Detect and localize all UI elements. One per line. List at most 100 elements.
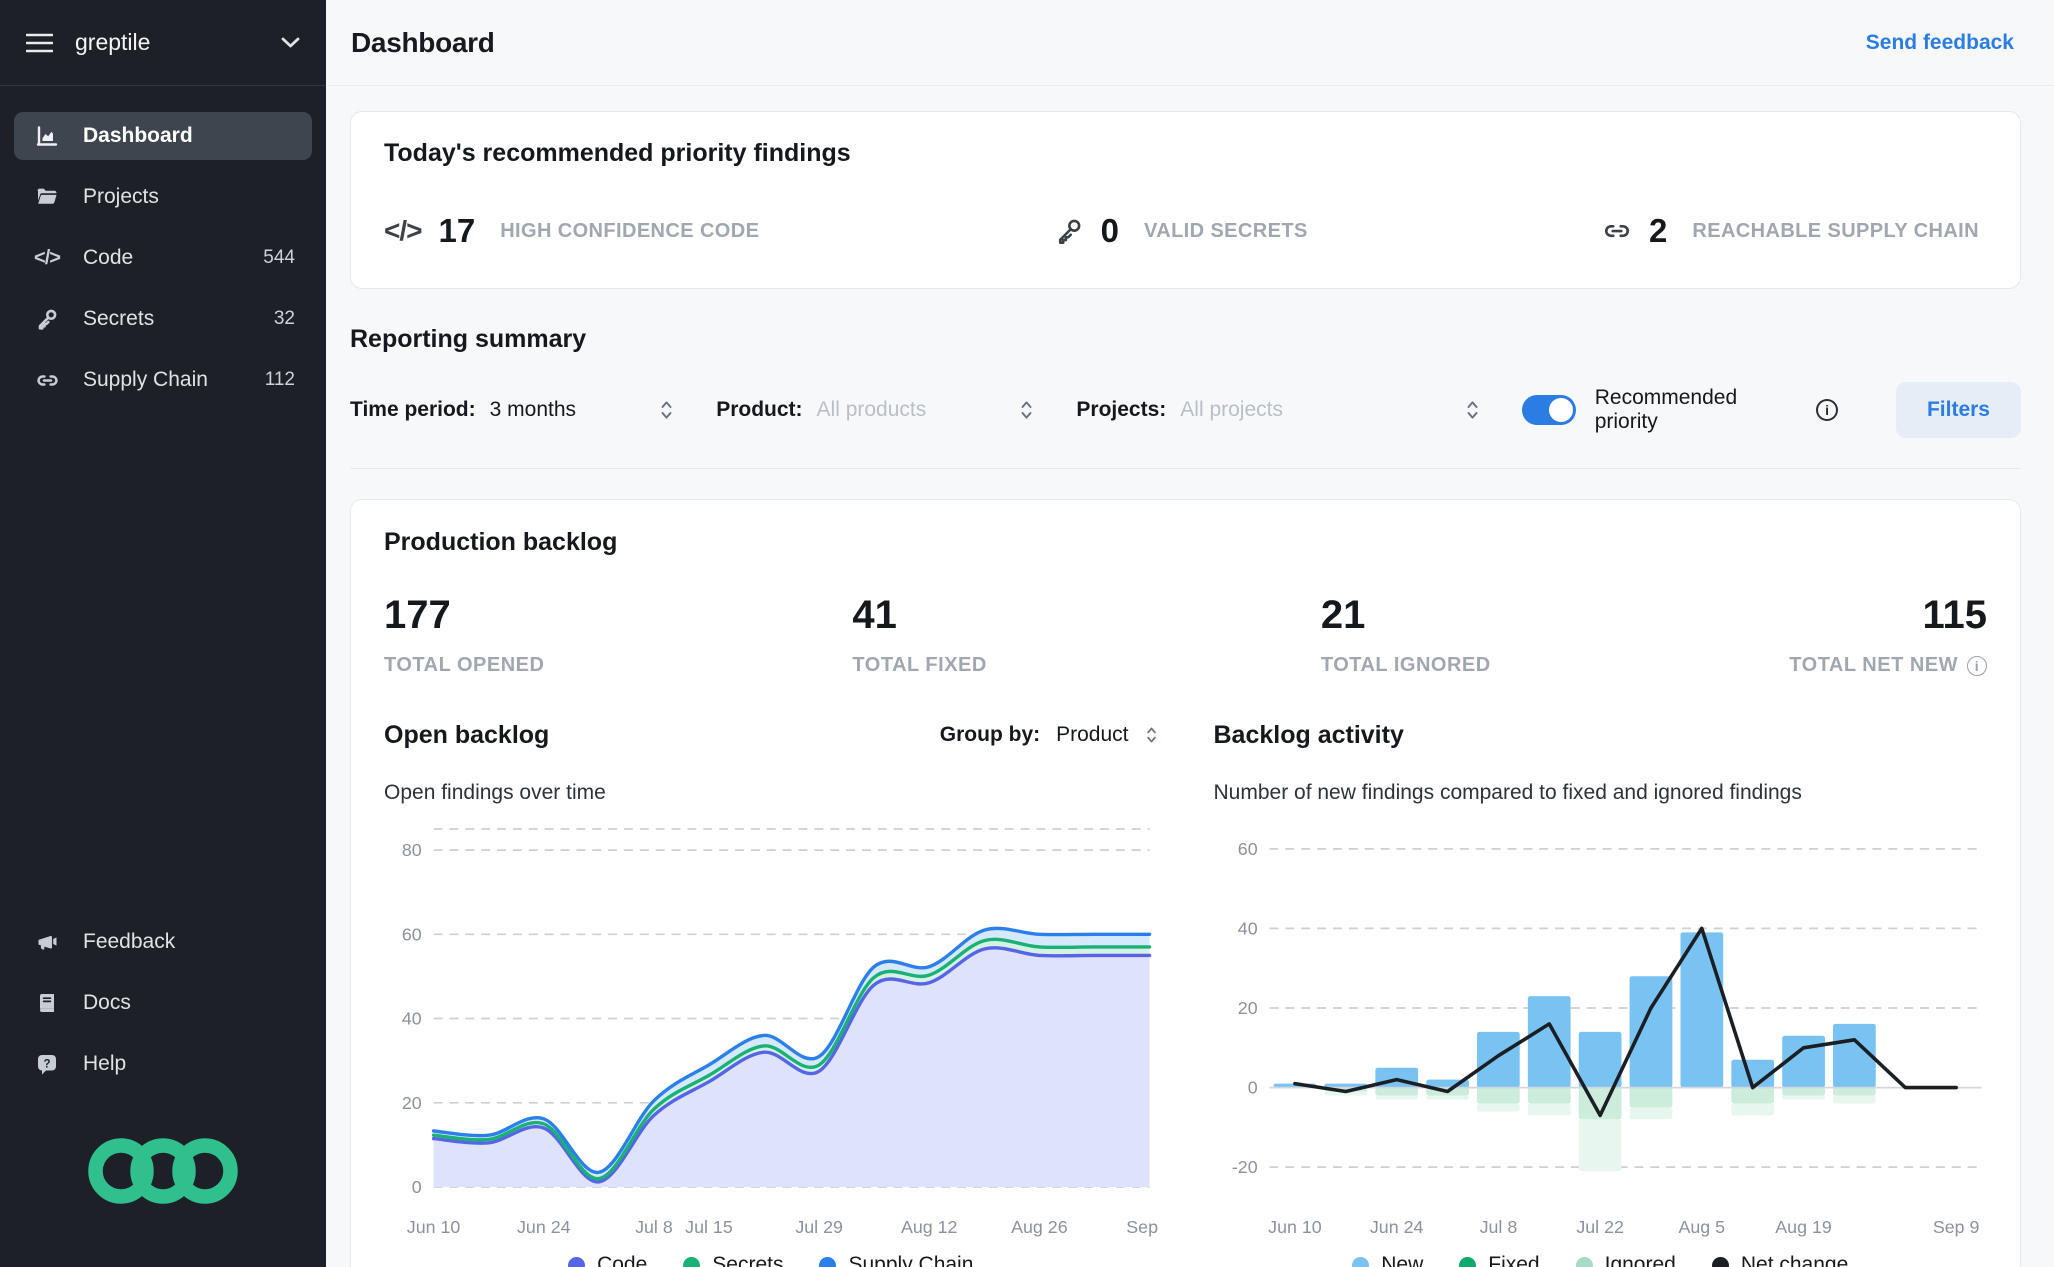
stat-total-net-new: 115 TOTAL NET NEW i	[1789, 593, 1987, 677]
sidebar-item-code[interactable]: </> Code 544	[14, 234, 312, 282]
code-count-badge: 544	[263, 247, 295, 268]
key-icon	[31, 307, 63, 331]
svg-text:20: 20	[402, 1093, 422, 1113]
sidebar-item-label: Docs	[83, 991, 131, 1014]
org-switcher[interactable]: greptile	[0, 0, 326, 86]
backlog-activity-title: Backlog activity	[1213, 720, 1404, 749]
legend-dot	[1352, 1256, 1370, 1267]
recommended-priority-toggle-group: Recommended priority i Filters	[1522, 382, 2021, 438]
stat-value: 2	[1649, 212, 1668, 249]
svg-text:0: 0	[1247, 1078, 1257, 1098]
legend-label: Ignored	[1604, 1253, 1676, 1267]
priority-stats: </> 17 HIGH CONFIDENCE CODE 0 VALID SECR…	[384, 212, 1987, 250]
send-feedback-link[interactable]: Send feedback	[1866, 31, 2014, 55]
stat-value: 177	[384, 593, 451, 637]
sidebar-item-help[interactable]: ? Help	[14, 1040, 312, 1088]
backlog-activity-section: Backlog activity Number of new findings …	[1214, 713, 1988, 1267]
select-chevrons-icon	[1019, 398, 1034, 422]
sidebar-item-secrets[interactable]: Secrets 32	[14, 295, 312, 343]
filters-button[interactable]: Filters	[1895, 382, 2021, 438]
open-backlog-subtitle: Open findings over time	[384, 781, 606, 804]
svg-text:60: 60	[1237, 839, 1257, 859]
sidebar-footer: Feedback Docs ? Help	[0, 918, 326, 1267]
production-backlog-card: Production backlog 177 TOTAL OPENED 41 T…	[350, 499, 2021, 1267]
stat-reachable-supply-chain[interactable]: 2 REACHABLE SUPPLY CHAIN	[1602, 212, 1979, 250]
sidebar-item-label: Code	[83, 246, 134, 269]
help-icon: ?	[31, 1052, 63, 1076]
svg-text:Sep 9: Sep 9	[1126, 1217, 1157, 1237]
info-icon[interactable]: i	[1967, 655, 1987, 676]
time-period-label: Time period:	[350, 398, 476, 421]
sidebar-item-feedback[interactable]: Feedback	[14, 918, 312, 966]
stat-high-confidence-code[interactable]: </> 17 HIGH CONFIDENCE CODE	[384, 212, 759, 250]
stat-total-fixed: 41 TOTAL FIXED	[852, 593, 1320, 677]
svg-text:Aug 26: Aug 26	[1011, 1217, 1068, 1237]
sidebar-item-docs[interactable]: Docs	[14, 979, 312, 1027]
top-bar: Dashboard Send feedback	[326, 0, 2054, 86]
legend-item-code: Code	[568, 1253, 647, 1267]
group-by-select[interactable]: Group by: Product	[940, 723, 1158, 747]
stat-label: TOTAL NET NEW	[1789, 654, 1958, 676]
link-icon	[1602, 216, 1632, 246]
svg-text:Jun 10: Jun 10	[1268, 1217, 1322, 1237]
stat-value: 17	[438, 212, 476, 249]
sidebar-item-label: Help	[83, 1052, 127, 1075]
svg-text:Jun 24: Jun 24	[517, 1217, 571, 1237]
sidebar: greptile Dashboard Projects </> Code 544	[0, 0, 326, 1267]
stat-label: REACHABLE SUPPLY CHAIN	[1692, 219, 1979, 242]
code-icon: </>	[384, 215, 422, 246]
stat-valid-secrets[interactable]: 0 VALID SECRETS	[1054, 212, 1308, 250]
supply-chain-count-badge: 112	[264, 369, 295, 390]
stat-value: 41	[852, 593, 897, 637]
recommended-priority-label: Recommended priority	[1594, 386, 1738, 433]
legend-dot	[1711, 1256, 1729, 1267]
product-select[interactable]: Product: All products	[716, 398, 1076, 422]
stat-value: 0	[1100, 212, 1119, 249]
legend-item-secrets: Secrets	[683, 1253, 783, 1267]
svg-text:Jul 8: Jul 8	[1479, 1217, 1517, 1237]
chevron-down-icon	[281, 37, 300, 48]
svg-text:Jul 22: Jul 22	[1576, 1217, 1624, 1237]
projects-value: All projects	[1180, 398, 1283, 421]
sidebar-item-supply-chain[interactable]: Supply Chain 112	[14, 356, 312, 404]
reporting-filter-row: Time period: 3 months Product: All produ…	[350, 382, 2021, 469]
legend-dot	[568, 1256, 586, 1267]
code-icon: </>	[34, 246, 61, 269]
open-backlog-legend: Code Secrets Supply Chain	[384, 1253, 1158, 1267]
book-icon	[31, 991, 63, 1015]
sidebar-item-label: Dashboard	[83, 124, 193, 147]
stat-total-opened: 177 TOTAL OPENED	[384, 593, 852, 677]
group-by-label: Group by:	[939, 723, 1041, 746]
projects-select[interactable]: Projects: All projects	[1076, 398, 1522, 422]
backlog-activity-chart: -20 0 20 40 60 Jun 10 Jun 24 Jul 8 Jul 22 Aug 5 Au…	[1231, 839, 1982, 1237]
main-area: Dashboard Send feedback Today's recommen…	[326, 0, 2054, 1267]
projects-label: Projects:	[1076, 398, 1167, 421]
svg-text:Jun 10: Jun 10	[407, 1217, 461, 1237]
select-chevrons-icon	[1145, 724, 1158, 746]
legend-label: Code	[597, 1253, 648, 1267]
svg-text:Aug 19: Aug 19	[1775, 1217, 1832, 1237]
recommended-priority-toggle[interactable]	[1522, 395, 1576, 425]
greptile-logo	[14, 1101, 312, 1259]
org-name: greptile	[75, 29, 151, 55]
stat-label: TOTAL FIXED	[852, 654, 987, 676]
link-icon	[31, 368, 63, 393]
legend-item-fixed: Fixed	[1459, 1253, 1540, 1267]
select-chevrons-icon	[659, 398, 674, 422]
product-label: Product:	[716, 398, 803, 421]
legend-dot	[819, 1256, 837, 1267]
legend-label: Net change	[1740, 1253, 1849, 1267]
folder-icon	[31, 185, 63, 209]
backlog-card-title: Production backlog	[384, 528, 618, 556]
svg-text:-20: -20	[1231, 1157, 1257, 1177]
info-icon[interactable]: i	[1816, 399, 1838, 421]
dashboard-chart-icon	[31, 124, 63, 148]
time-period-select[interactable]: Time period: 3 months	[350, 398, 716, 422]
sidebar-item-projects[interactable]: Projects	[14, 173, 312, 221]
sidebar-item-dashboard[interactable]: Dashboard	[14, 112, 312, 160]
stat-value: 21	[1320, 593, 1366, 637]
time-period-value: 3 months	[489, 398, 577, 421]
legend-dot	[683, 1256, 701, 1267]
hamburger-menu-icon[interactable]	[26, 33, 53, 53]
svg-text:60: 60	[402, 924, 422, 944]
